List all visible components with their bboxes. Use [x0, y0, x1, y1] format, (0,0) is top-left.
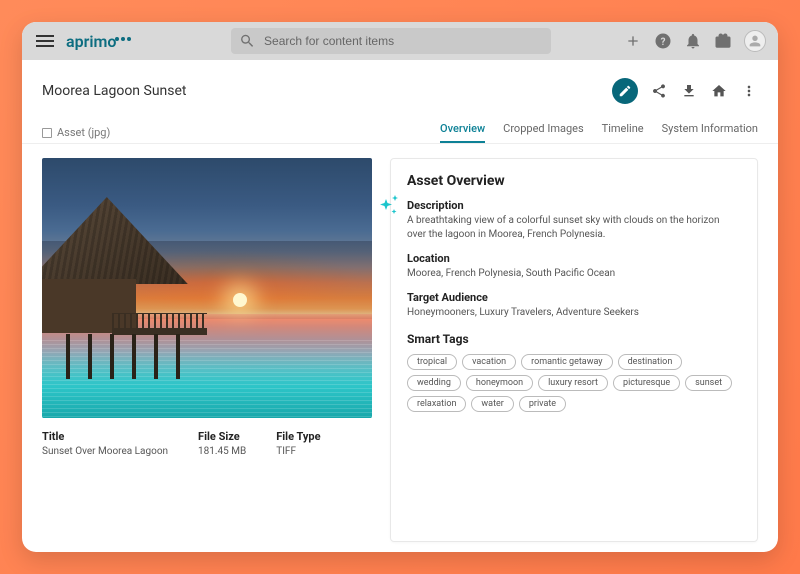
tag-relaxation[interactable]: relaxation [407, 396, 466, 412]
tag-romantic-getaway[interactable]: romantic getaway [521, 354, 612, 370]
brand-logo[interactable]: aprimo [66, 32, 131, 51]
page-actions [612, 78, 758, 104]
field-audience: Target Audience Honeymooners, Luxury Tra… [407, 291, 741, 320]
tag-tropical[interactable]: tropical [407, 354, 457, 370]
field-location: Location Moorea, French Polynesia, South… [407, 252, 741, 281]
page-title: Moorea Lagoon Sunset [42, 83, 187, 99]
tabs-row: Asset (jpg) Overview Cropped Images Timeli… [22, 118, 778, 143]
download-icon[interactable] [680, 82, 698, 100]
search-icon [239, 32, 256, 50]
smart-tags: tropical vacation romantic getaway destinat… [407, 354, 741, 412]
meta-title-label: Title [42, 430, 168, 443]
svg-text:?: ? [661, 37, 666, 48]
brand-text: aprimo [66, 32, 116, 51]
meta-type-value: TIFF [276, 446, 320, 457]
audience-value: Honeymooners, Luxury Travelers, Adventur… [407, 306, 741, 320]
description-value: A breathtaking view of a colorful sunset… [407, 214, 741, 242]
tab-cropped-images[interactable]: Cropped Images [503, 122, 583, 143]
location-label: Location [407, 252, 741, 265]
inbox-icon[interactable] [714, 32, 732, 50]
asset-meta: Title Sunset Over Moorea Lagoon File Siz… [42, 430, 372, 457]
meta-title-value: Sunset Over Moorea Lagoon [42, 446, 168, 457]
search-box[interactable] [231, 28, 551, 54]
meta-size-label: File Size [198, 430, 246, 443]
tag-sunset[interactable]: sunset [685, 375, 732, 391]
publish-icon[interactable] [710, 82, 728, 100]
content: Title Sunset Over Moorea Lagoon File Siz… [22, 144, 778, 552]
app-window: aprimo ? Moorea Lagoon Sun [22, 22, 778, 552]
topbar-icons: ? [624, 30, 766, 52]
overview-panel: Asset Overview Description A breathtakin… [390, 158, 758, 542]
meta-title: Title Sunset Over Moorea Lagoon [42, 430, 168, 457]
tabs: Overview Cropped Images Timeline System Inf… [440, 122, 758, 143]
audience-label: Target Audience [407, 291, 741, 304]
tag-private[interactable]: private [519, 396, 566, 412]
description-label: Description [407, 199, 741, 212]
tag-water[interactable]: water [471, 396, 513, 412]
help-icon[interactable]: ? [654, 32, 672, 50]
meta-type-label: File Type [276, 430, 320, 443]
asset-column: Title Sunset Over Moorea Lagoon File Siz… [42, 158, 372, 542]
asset-format-label: Asset (jpg) [57, 126, 110, 139]
tab-timeline[interactable]: Timeline [602, 122, 644, 143]
edit-button[interactable] [612, 78, 638, 104]
user-avatar[interactable] [744, 30, 766, 52]
field-description: Description A breathtaking view of a col… [407, 199, 741, 242]
meta-size-value: 181.45 MB [198, 446, 246, 457]
smart-tags-label: Smart Tags [407, 332, 741, 346]
page-header: Moorea Lagoon Sunset [22, 60, 778, 118]
tag-luxury-resort[interactable]: luxury resort [538, 375, 608, 391]
tag-honeymoon[interactable]: honeymoon [466, 375, 533, 391]
tag-destination[interactable]: destination [618, 354, 683, 370]
tag-vacation[interactable]: vacation [462, 354, 516, 370]
tab-system-information[interactable]: System Information [662, 122, 758, 143]
location-value: Moorea, French Polynesia, South Pacific … [407, 267, 741, 281]
topbar: aprimo ? [22, 22, 778, 60]
tag-wedding[interactable]: wedding [407, 375, 461, 391]
asset-preview-image[interactable] [42, 158, 372, 418]
more-icon[interactable] [740, 82, 758, 100]
hamburger-menu-icon[interactable] [34, 30, 56, 52]
asset-format-checkbox[interactable]: Asset (jpg) [42, 126, 110, 139]
add-icon[interactable] [624, 32, 642, 50]
tab-overview[interactable]: Overview [440, 122, 485, 143]
notifications-icon[interactable] [684, 32, 702, 50]
meta-size: File Size 181.45 MB [198, 430, 246, 457]
checkbox-icon [42, 128, 52, 138]
share-icon[interactable] [650, 82, 668, 100]
brand-dots-icon [115, 37, 131, 41]
meta-type: File Type TIFF [276, 430, 320, 457]
tag-picturesque[interactable]: picturesque [613, 375, 680, 391]
panel-title: Asset Overview [407, 173, 741, 189]
ai-sparkle-icon [377, 193, 401, 221]
search-input[interactable] [264, 34, 543, 48]
